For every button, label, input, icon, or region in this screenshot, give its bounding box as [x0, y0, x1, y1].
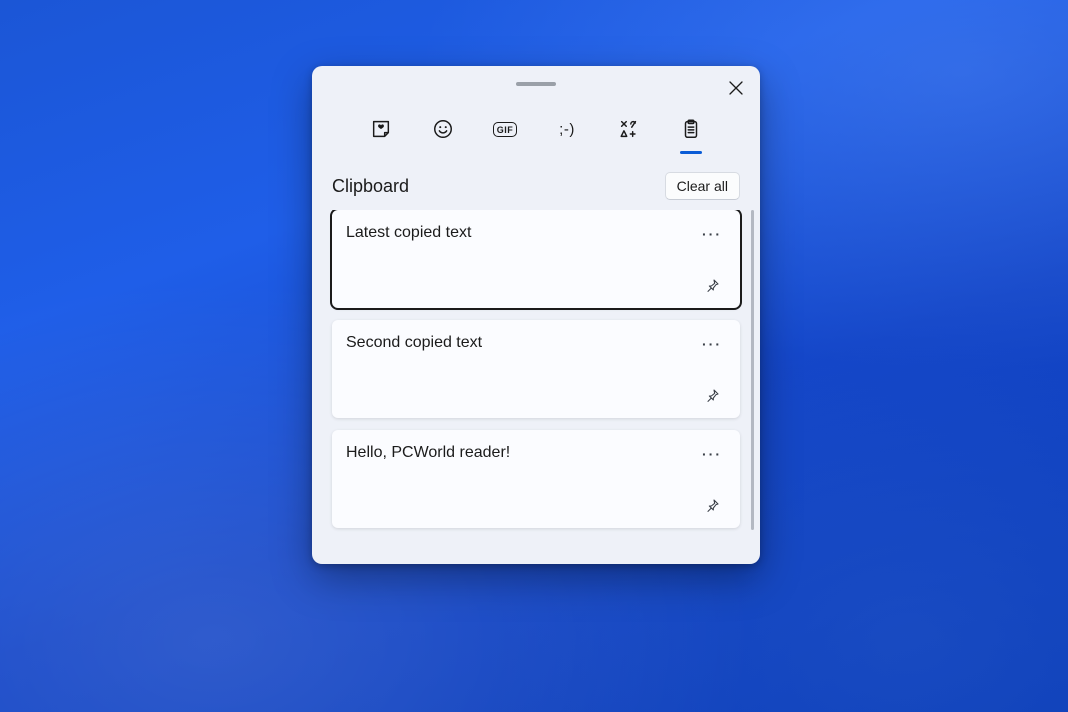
clipboard-list-wrap: Latest copied text ··· [312, 210, 760, 564]
tab-emoji[interactable] [426, 112, 460, 146]
category-tabs: GIF ;-) [312, 100, 760, 154]
clipboard-item[interactable]: Latest copied text ··· [332, 210, 740, 308]
pin-icon [704, 278, 720, 294]
more-icon: ··· [702, 447, 722, 461]
item-more-button[interactable]: ··· [698, 442, 726, 466]
clipboard-item[interactable]: Second copied text ··· [332, 320, 740, 418]
tab-symbols[interactable] [612, 112, 646, 146]
gif-icon: GIF [493, 122, 518, 137]
clipboard-item-text: Latest copied text [346, 222, 471, 244]
pin-icon [704, 388, 720, 404]
desktop-background: GIF ;-) Clipb [0, 0, 1068, 712]
drag-handle[interactable] [516, 82, 556, 86]
sticker-heart-icon [370, 118, 392, 140]
pin-icon [704, 498, 720, 514]
clipboard-icon [680, 118, 702, 140]
more-icon: ··· [702, 227, 722, 241]
item-pin-button[interactable] [698, 274, 726, 298]
close-icon [729, 81, 743, 95]
smiley-icon [432, 118, 454, 140]
clipboard-item[interactable]: Hello, PCWorld reader! ··· [332, 430, 740, 528]
section-title: Clipboard [332, 176, 409, 197]
close-button[interactable] [720, 72, 752, 104]
scrollbar[interactable] [751, 210, 754, 530]
symbols-icon [618, 118, 640, 140]
kaomoji-icon: ;-) [559, 121, 575, 138]
item-pin-button[interactable] [698, 384, 726, 408]
clear-all-button[interactable]: Clear all [665, 172, 740, 200]
section-header: Clipboard Clear all [312, 154, 760, 210]
item-more-button[interactable]: ··· [698, 222, 726, 246]
clipboard-item-text: Second copied text [346, 332, 482, 354]
clipboard-list: Latest copied text ··· [332, 210, 746, 564]
tab-clipboard[interactable] [674, 112, 708, 146]
more-icon: ··· [702, 337, 722, 351]
tab-recent[interactable] [364, 112, 398, 146]
tab-gif[interactable]: GIF [488, 112, 522, 146]
tab-kaomoji[interactable]: ;-) [550, 112, 584, 146]
item-more-button[interactable]: ··· [698, 332, 726, 356]
emoji-clipboard-panel: GIF ;-) Clipb [312, 66, 760, 564]
panel-titlebar [312, 66, 760, 100]
item-pin-button[interactable] [698, 494, 726, 518]
clipboard-item-text: Hello, PCWorld reader! [346, 442, 510, 464]
